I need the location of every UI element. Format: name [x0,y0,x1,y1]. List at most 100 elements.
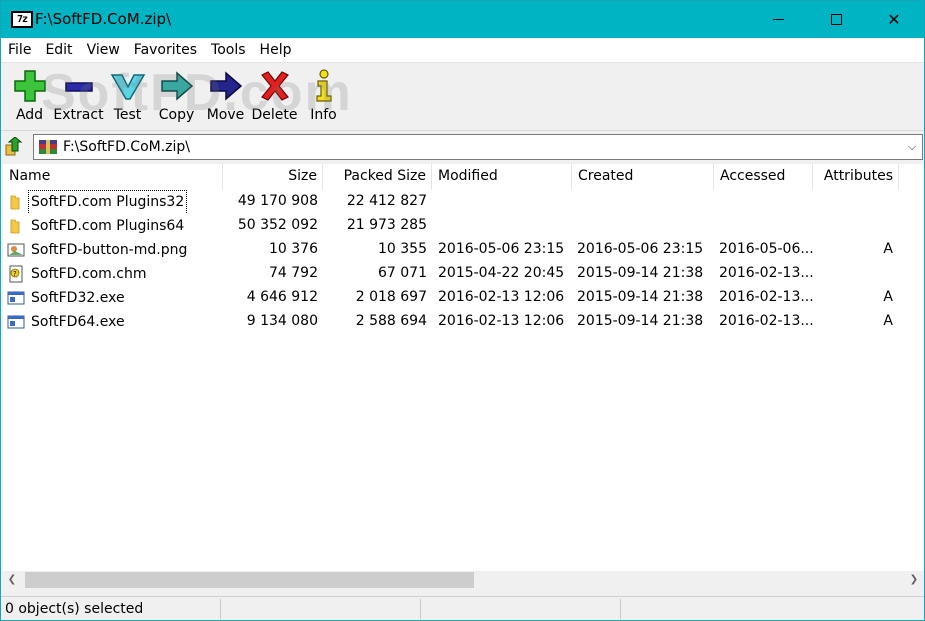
file-size: 4 646 912 [246,289,318,305]
test-label: Test [113,107,142,123]
extract-button[interactable]: Extract [53,63,104,129]
file-created: 2016-05-06 23:15 [577,241,704,257]
window-title: F:\SoftFD.CoM.zip\ [35,10,172,28]
test-button[interactable]: Test [105,63,150,129]
column-created[interactable]: Created [572,164,714,190]
test-icon [110,74,145,100]
address-path: F:\SoftFD.CoM.zip\ [63,139,191,155]
file-size: 9 134 080 [246,313,318,329]
file-modified: 2016-05-06 23:15 [438,241,565,257]
info-button[interactable]: Info [301,63,346,129]
scroll-right-icon[interactable]: ❯ [905,571,923,589]
move-button[interactable]: Move [203,63,248,129]
close-icon: ✕ [887,10,901,29]
menu-favorites[interactable]: Favorites [127,38,204,63]
file-attributes [827,262,893,286]
name-cell: SoftFD.com Plugins32 [7,190,221,214]
column-accessed[interactable]: Accessed [714,164,813,190]
file-created: 2015-09-14 21:38 [577,313,704,329]
maximize-icon [830,14,842,25]
file-attributes: A [883,241,893,257]
menu-edit[interactable]: Edit [38,38,79,63]
address-row: F:\SoftFD.CoM.zip\ ⌵ [1,132,924,162]
delete-button[interactable]: Delete [252,63,298,129]
close-button[interactable]: ✕ [865,1,923,38]
table-row[interactable]: SoftFD-button-md.png 10 376 10 355 2016-… [3,238,923,262]
scroll-left-icon[interactable]: ❮ [3,571,21,589]
toolbar: SoftFD.com Add Extract Test Copy Move De… [1,63,924,131]
folder-icon [10,195,20,210]
address-combobox[interactable]: F:\SoftFD.CoM.zip\ ⌵ [33,134,923,160]
title-bar[interactable]: 7z F:\SoftFD.CoM.zip\ ✕ [1,1,924,38]
menu-bar: File Edit View Favorites Tools Help [1,38,924,63]
menu-file[interactable]: File [1,38,38,63]
file-size: 74 792 [269,265,318,281]
column-attributes[interactable]: Attributes [813,164,899,190]
table-row[interactable]: SoftFD.com Plugins64 50 352 092 21 973 2… [3,214,923,238]
file-accessed: 2016-05-06... [719,241,814,257]
up-folder-icon[interactable] [4,137,24,157]
scrollbar-thumb[interactable] [25,572,474,588]
file-accessed: 2016-02-13... [719,289,814,305]
column-name[interactable]: Name [3,164,223,190]
status-divider [220,599,221,619]
copy-button[interactable]: Copy [154,63,199,129]
info-icon [315,69,332,102]
maximize-button[interactable] [807,1,865,38]
file-size: 50 352 092 [237,217,318,233]
minimize-button[interactable] [749,1,807,38]
file-accessed: 2016-02-13... [719,265,814,281]
column-packed-size[interactable]: Packed Size [323,164,432,190]
file-list[interactable]: Name Size Packed Size Modified Created A… [3,164,923,571]
add-icon [13,70,46,102]
info-label: Info [310,107,337,123]
status-divider [620,599,621,619]
delete-icon [260,71,289,101]
selection-status: 0 object(s) selected [5,601,144,617]
column-size[interactable]: Size [223,164,323,190]
extract-icon [64,82,93,92]
file-packed-size: 2 588 694 [355,313,427,329]
folder-icon [10,219,20,234]
file-size: 10 376 [269,241,318,257]
help-file-icon: ? [9,265,23,283]
file-name: SoftFD-button-md.png [31,241,188,258]
file-attributes: A [883,289,893,305]
move-icon [209,71,242,101]
file-rows: SoftFD.com Plugins32 49 170 908 22 412 8… [3,190,923,334]
table-row[interactable]: SoftFD32.exe 4 646 912 2 018 697 2016-02… [3,286,923,310]
table-row[interactable]: ? SoftFD.com.chm 74 792 67 071 2015-04-2… [3,262,923,286]
image-file-icon [7,243,25,257]
copy-label: Copy [158,107,195,123]
menu-tools[interactable]: Tools [204,38,253,63]
file-size: 49 170 908 [237,193,318,209]
extract-label: Extract [53,107,104,123]
move-label: Move [206,107,245,123]
column-modified[interactable]: Modified [432,164,572,190]
name-cell: SoftFD64.exe [7,310,221,334]
add-label: Add [15,107,44,123]
file-modified: 2015-04-22 20:45 [438,265,565,281]
menu-view[interactable]: View [80,38,127,63]
file-modified: 2016-02-13 12:06 [438,289,565,305]
exe-file-icon [7,315,25,329]
zip-archive-icon [39,140,57,154]
file-name: SoftFD64.exe [31,313,125,330]
table-row[interactable]: SoftFD64.exe 9 134 080 2 588 694 2016-02… [3,310,923,334]
chevron-down-icon[interactable]: ⌵ [904,138,920,156]
menu-help[interactable]: Help [253,38,299,63]
exe-file-icon [7,291,25,305]
file-created: 2015-09-14 21:38 [577,289,704,305]
name-cell: SoftFD32.exe [7,286,221,310]
file-packed-size: 67 071 [378,265,427,281]
file-packed-size: 21 973 285 [346,217,427,233]
minimize-icon [772,19,784,20]
add-button[interactable]: Add [7,63,52,129]
svg-text:?: ? [13,270,17,278]
name-cell: ? SoftFD.com.chm [7,262,221,286]
horizontal-scrollbar[interactable]: ❮ ❯ [3,571,923,589]
table-row[interactable]: SoftFD.com Plugins32 49 170 908 22 412 8… [3,190,923,214]
file-packed-size: 2 018 697 [355,289,427,305]
app-icon: 7z [11,11,33,28]
name-cell: SoftFD.com Plugins64 [7,214,221,238]
